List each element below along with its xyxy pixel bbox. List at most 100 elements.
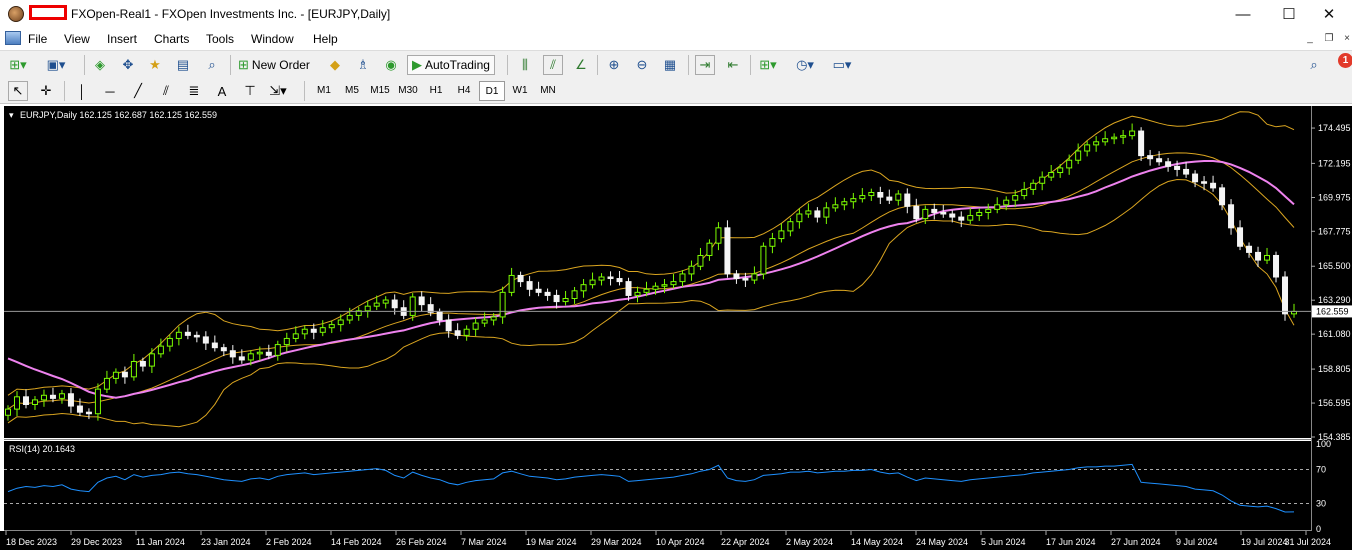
toolbar-separator	[750, 55, 751, 75]
text-label-icon[interactable]: ⊤	[240, 81, 260, 101]
new-order-icon: ⊞	[238, 57, 249, 72]
minimize-button[interactable]: —	[1220, 0, 1266, 28]
zoom-in-icon[interactable]: ⊕	[604, 55, 624, 75]
time-tick-label: 18 Dec 2023	[6, 537, 57, 547]
chart-window[interactable]: 162.559 174.495 172.195 169.975 167.775 165.…	[0, 104, 1352, 556]
toolbar-separator	[64, 81, 65, 101]
strategy-tester-icon[interactable]: ⌕	[202, 55, 222, 75]
search-icon[interactable]: ⌕	[1304, 55, 1324, 75]
menu-window[interactable]: Window	[251, 32, 294, 46]
timeframe-m30[interactable]: M30	[395, 81, 421, 101]
timeframe-w1[interactable]: W1	[507, 81, 533, 101]
candle-body	[445, 319, 452, 332]
periods-icon[interactable]: ◷▾	[795, 55, 815, 75]
timeframe-d1[interactable]: D1	[479, 81, 505, 101]
candle-body	[1075, 150, 1082, 161]
time-tick-label: 19 Jul 2024	[1241, 537, 1288, 547]
profiles-icon[interactable]: ▣▾	[46, 55, 66, 75]
menu-help[interactable]: Help	[313, 32, 338, 46]
time-tick-label: 24 May 2024	[916, 537, 968, 547]
mdi-minimize-button[interactable]: _	[1303, 32, 1317, 46]
menu-charts[interactable]: Charts	[154, 32, 189, 46]
fibonacci-icon[interactable]: ≣	[184, 81, 204, 101]
candle-body	[1057, 167, 1064, 174]
timeframe-h1[interactable]: H1	[423, 81, 449, 101]
line-chart-icon[interactable]: ∠	[571, 55, 591, 75]
candle-body	[535, 288, 542, 293]
vertical-line-icon[interactable]: │	[72, 81, 92, 101]
market-watch-icon[interactable]: ◈	[90, 55, 110, 75]
trendline-icon[interactable]: ╱	[128, 81, 148, 101]
menu-view[interactable]: View	[64, 32, 90, 46]
mdi-close-button[interactable]: ×	[1340, 32, 1352, 46]
chart-shift-icon[interactable]: ⇤	[723, 55, 743, 75]
time-tick-label: 29 Mar 2024	[591, 537, 642, 547]
candlestick-chart-icon[interactable]: ⫽	[543, 55, 563, 75]
candle-body	[913, 205, 920, 220]
horizontal-line-icon[interactable]: ─	[100, 81, 120, 101]
candle-body	[1255, 251, 1262, 261]
candle-body	[40, 394, 47, 401]
menu-insert[interactable]: Insert	[107, 32, 137, 46]
candle-body	[346, 314, 353, 321]
data-window-icon[interactable]: ✥	[118, 55, 138, 75]
candle-body	[679, 273, 686, 283]
navigator-icon[interactable]: ★	[145, 55, 165, 75]
bar-chart-icon[interactable]: ⫼	[515, 55, 535, 75]
candle-body	[517, 274, 524, 283]
rsi-tick-label: 0	[1316, 524, 1321, 534]
candle-body	[868, 191, 875, 197]
templates-icon[interactable]: ▭▾	[832, 55, 852, 75]
candle-body	[958, 216, 965, 221]
timeframe-m15[interactable]: M15	[367, 81, 393, 101]
time-tick-label: 14 May 2024	[851, 537, 903, 547]
candle-body	[76, 405, 83, 413]
equidistant-channel-icon[interactable]: ⫽	[156, 81, 176, 101]
timeframe-m1[interactable]: M1	[311, 81, 337, 101]
candle-body	[382, 299, 389, 304]
candle-body	[697, 254, 704, 267]
text-icon[interactable]: A	[212, 81, 232, 101]
zoom-out-icon[interactable]: ⊖	[632, 55, 652, 75]
metaeditor-icon[interactable]: ◆	[325, 55, 345, 75]
new-order-button[interactable]: ⊞ New Order	[238, 55, 310, 75]
indicators-icon[interactable]: ⊞▾	[758, 55, 778, 75]
chart-window-icon[interactable]	[5, 31, 21, 45]
timeframe-h4[interactable]: H4	[451, 81, 477, 101]
candle-body	[139, 360, 146, 367]
candle-body	[5, 408, 11, 416]
candle-body	[1210, 182, 1217, 189]
candle-body	[121, 371, 128, 378]
market-icon[interactable]: ◉	[381, 55, 401, 75]
new-chart-icon[interactable]: ⊞▾	[8, 55, 28, 75]
new-order-label: New Order	[251, 58, 310, 72]
candle-body	[580, 284, 587, 292]
notification-badge[interactable]: 1	[1338, 53, 1352, 68]
app-icon[interactable]	[8, 6, 24, 22]
tile-windows-icon[interactable]: ▦	[660, 55, 680, 75]
arrows-icon[interactable]: ⇲▾	[268, 81, 288, 101]
candle-body	[751, 273, 758, 281]
auto-scroll-icon[interactable]: ⇥	[695, 55, 715, 75]
candle-body	[13, 396, 20, 410]
toolbar-separator	[84, 55, 85, 75]
timeframe-m5[interactable]: M5	[339, 81, 365, 101]
menu-bar: File View Insert Charts Tools Window Hel…	[0, 28, 1352, 50]
candle-body	[1264, 254, 1271, 261]
timeframe-mn[interactable]: MN	[535, 81, 561, 101]
terminal-icon[interactable]: ▤	[173, 55, 193, 75]
signals-icon[interactable]: ♗	[353, 55, 373, 75]
autotrading-button[interactable]: ▶ AutoTrading	[407, 55, 495, 75]
candle-body	[274, 344, 281, 356]
redacted-box	[29, 5, 67, 20]
cursor-icon[interactable]: ↖	[8, 81, 28, 101]
close-button[interactable]: ✕	[1306, 0, 1352, 28]
candle-body	[625, 281, 632, 296]
mdi-restore-button[interactable]: ❐	[1322, 32, 1336, 46]
toolbar-separator	[304, 81, 305, 101]
price-tick-label: 169.975	[1318, 192, 1351, 202]
menu-tools[interactable]: Tools	[206, 32, 234, 46]
crosshair-icon[interactable]: ✛	[36, 81, 56, 101]
chart-canvas[interactable]: 162.559 174.495 172.195 169.975 167.775 165.…	[0, 104, 1352, 556]
menu-file[interactable]: File	[28, 32, 47, 46]
